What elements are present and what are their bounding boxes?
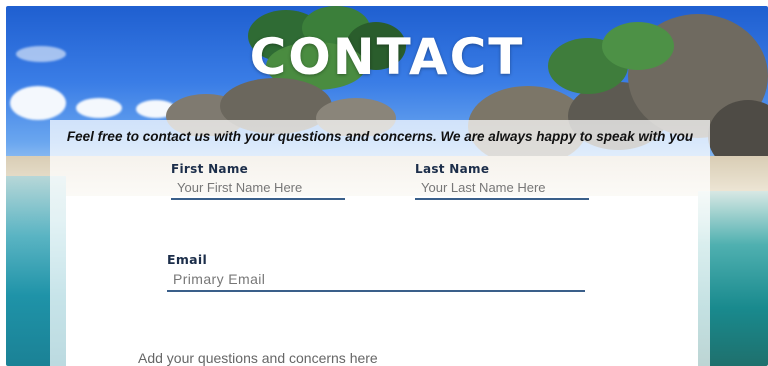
background-cloud xyxy=(10,86,66,120)
last-name-input[interactable] xyxy=(415,178,589,200)
page-title: CONTACT xyxy=(249,28,525,86)
first-name-label: First Name xyxy=(171,162,249,176)
intro-text: Feel free to contact us with your questi… xyxy=(66,129,694,144)
first-name-input[interactable] xyxy=(171,178,345,200)
last-name-field: Last Name xyxy=(415,162,589,200)
first-name-field: First Name xyxy=(171,162,345,200)
last-name-label: Last Name xyxy=(415,162,490,176)
email-input[interactable] xyxy=(167,269,585,292)
email-field: Email xyxy=(167,252,585,292)
contact-form-panel: Feel free to contact us with your questi… xyxy=(50,120,710,366)
message-textarea[interactable] xyxy=(132,346,488,366)
background-cloud xyxy=(76,98,122,118)
contact-page: CONTACT Feel free to contact us with you… xyxy=(6,6,768,366)
email-label: Email xyxy=(167,252,208,267)
